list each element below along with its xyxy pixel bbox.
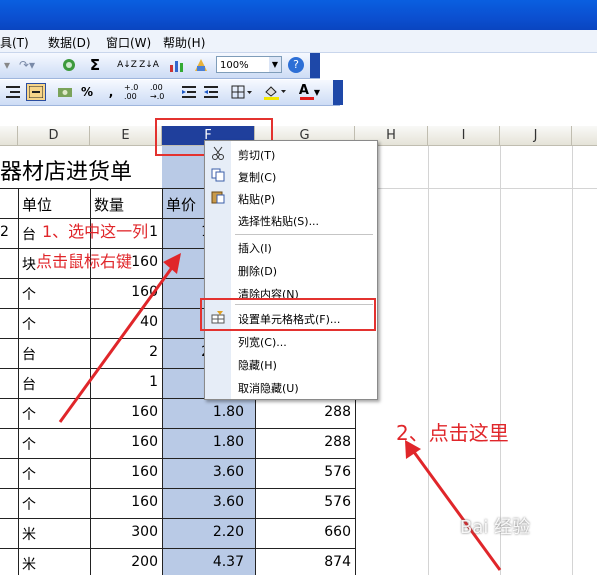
arrow-line-step1 xyxy=(58,261,178,423)
arrow-head-step1 xyxy=(163,253,181,274)
annotation-arrows xyxy=(58,253,502,571)
arrow-line-step2 xyxy=(412,451,502,571)
watermark-logo: Bai 经验 xyxy=(460,517,531,538)
